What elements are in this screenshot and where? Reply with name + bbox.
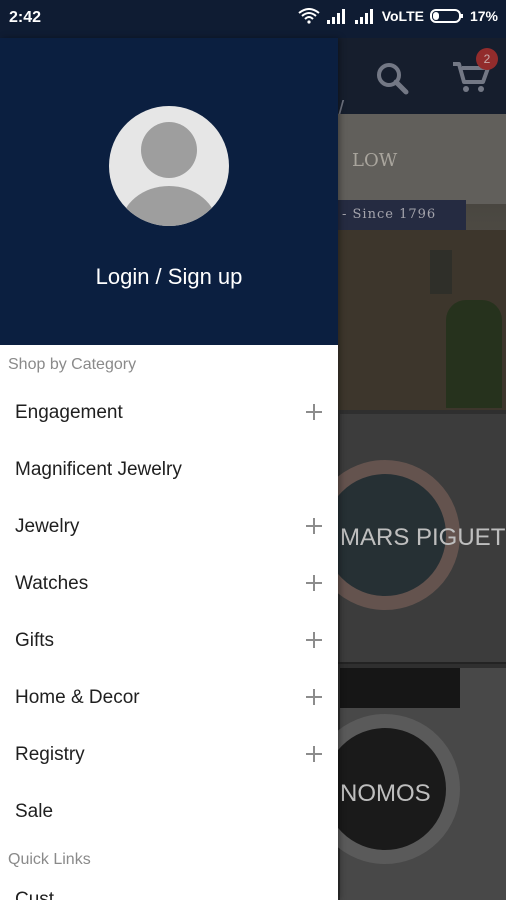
expand-plus-icon[interactable] (306, 404, 322, 420)
category-item-label: Magnificent Jewelry (15, 459, 182, 480)
signal-icon (354, 9, 373, 24)
shop-by-category-heading: Shop by Category (8, 356, 137, 373)
avatar-head (141, 122, 197, 178)
network-type: VoLTE (381, 8, 424, 24)
category-item-label: Gifts (15, 630, 55, 651)
expand-plus-icon[interactable] (306, 575, 322, 591)
login-signup-link[interactable]: Login / Sign up (0, 264, 338, 290)
battery-level: 17% (469, 8, 498, 24)
battery-icon (429, 9, 463, 23)
category-list: Engagement Magnificent Jewelry Jewelry W… (0, 386, 338, 842)
quick-link-item[interactable]: Cust... (15, 889, 70, 900)
navigation-drawer: Login / Sign up Shop by Category Engagem… (0, 38, 338, 900)
expand-plus-icon[interactable] (306, 689, 322, 705)
avatar-body (121, 186, 217, 226)
status-bar: 2:42 VoLTE 17% (0, 0, 506, 38)
expand-plus-icon[interactable] (306, 518, 322, 534)
category-item-label: Home & Decor (15, 687, 140, 708)
avatar-placeholder-icon[interactable] (109, 106, 229, 226)
category-item-gifts[interactable]: Gifts (0, 614, 338, 671)
category-item-registry[interactable]: Registry (0, 728, 338, 785)
status-time: 2:42 (9, 9, 42, 26)
wifi-icon (298, 8, 320, 24)
category-item-engagement[interactable]: Engagement (0, 386, 338, 443)
status-indicators: VoLTE 17% (298, 8, 498, 24)
category-item-label: Jewelry (15, 516, 80, 537)
drawer-header: Login / Sign up (0, 38, 338, 345)
category-item-label: Registry (15, 744, 85, 765)
quick-links-heading: Quick Links (8, 851, 91, 868)
signal-icon (326, 9, 345, 24)
category-item-label: Engagement (15, 402, 123, 423)
category-item-home-decor[interactable]: Home & Decor (0, 671, 338, 728)
category-item-sale[interactable]: Sale (0, 785, 338, 842)
category-item-label: Watches (15, 573, 89, 594)
expand-plus-icon[interactable] (306, 632, 322, 648)
category-item-label: Sale (15, 801, 54, 822)
category-item-magnificent-jewelry[interactable]: Magnificent Jewelry (0, 443, 338, 500)
category-item-watches[interactable]: Watches (0, 557, 338, 614)
category-item-jewelry[interactable]: Jewelry (0, 500, 338, 557)
expand-plus-icon[interactable] (306, 746, 322, 762)
